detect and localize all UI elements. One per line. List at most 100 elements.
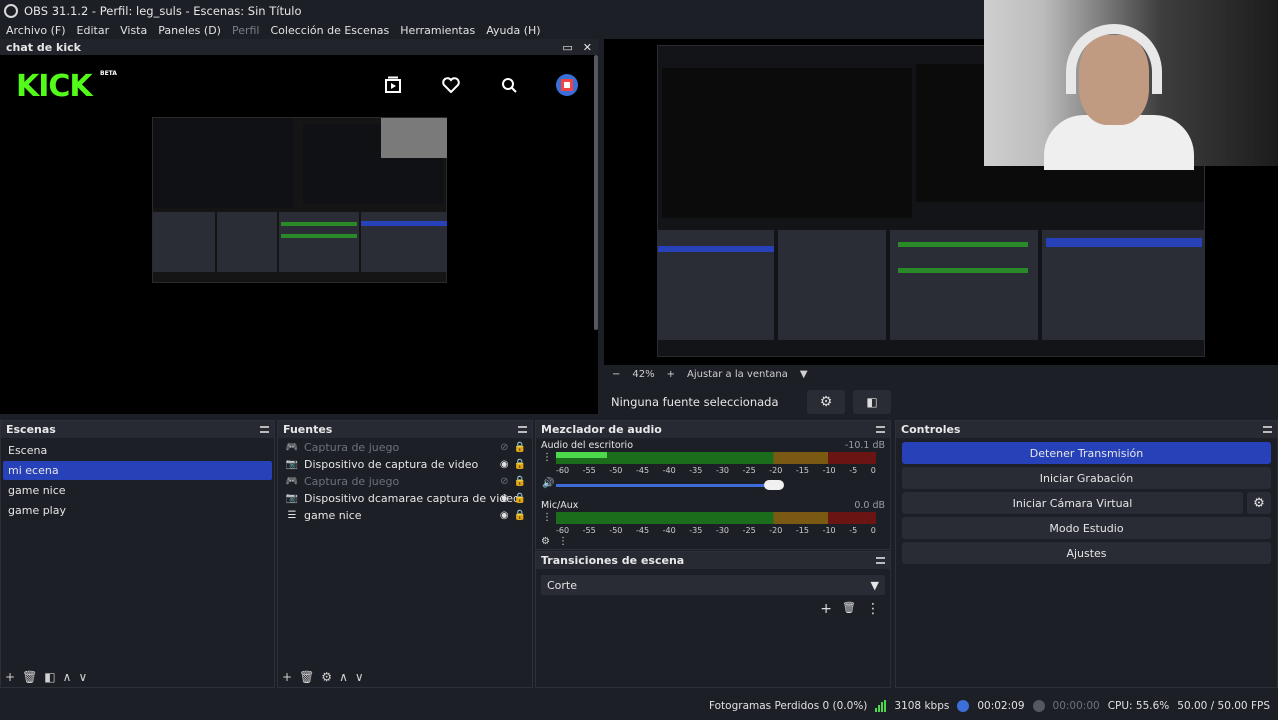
source-item[interactable]: 🎮 Captura de juego ⊘ 🔒 xyxy=(278,439,532,456)
menu-vista[interactable]: Vista xyxy=(120,24,147,37)
move-down-icon[interactable]: ∨ xyxy=(78,670,87,684)
preview-canvas[interactable] xyxy=(604,0,1278,365)
gear-icon: ⚙ xyxy=(1253,495,1265,511)
trash-icon[interactable]: 🗑 xyxy=(299,670,314,684)
add-icon[interactable]: + xyxy=(282,670,292,684)
meter-tick-label: -45 xyxy=(635,466,650,475)
slider-knob[interactable] xyxy=(763,480,784,490)
scene-item[interactable]: game nice xyxy=(3,481,272,500)
lock-icon[interactable]: 🔒 xyxy=(514,442,526,453)
camera-icon: 📷 xyxy=(285,493,299,504)
following-icon[interactable] xyxy=(378,73,408,97)
dropped-frames: Fotogramas Perdidos 0 (0.0%) xyxy=(708,700,868,712)
menu-archivo[interactable]: Archivo (F) xyxy=(6,24,66,37)
source-item[interactable]: ☰ game nice ◉ 🔒 xyxy=(278,507,532,524)
heart-icon[interactable] xyxy=(436,73,466,97)
dock-menu-icon[interactable] xyxy=(876,557,885,564)
eye-icon[interactable]: ◉ xyxy=(500,493,509,504)
menu-bar: Archivo (F) Editar Vista Paneles (D) Per… xyxy=(0,21,980,39)
source-item[interactable]: 🎮 Captura de juego ⊘ 🔒 xyxy=(278,473,532,490)
kebab-menu-icon[interactable]: ⋮ xyxy=(542,452,552,463)
meter-tick-label: -10 xyxy=(822,466,836,475)
volume-meter xyxy=(556,512,876,524)
settings-button[interactable]: Ajustes xyxy=(902,542,1271,564)
volume-slider[interactable] xyxy=(556,480,784,490)
trash-icon[interactable]: 🗑 xyxy=(842,601,856,617)
fit-window-button[interactable]: Ajustar a la ventana xyxy=(687,369,788,380)
lock-icon[interactable]: 🔒 xyxy=(514,459,526,470)
scene-item-active[interactable]: mi ecena xyxy=(3,461,272,480)
meter-tick-label: -35 xyxy=(689,526,703,535)
menu-coleccion[interactable]: Colección de Escenas xyxy=(271,24,390,37)
start-recording-button[interactable]: Iniciar Grabación xyxy=(902,467,1271,489)
menu-ayuda[interactable]: Ayuda (H) xyxy=(486,24,540,37)
speaker-icon[interactable]: 🔊 xyxy=(542,478,554,489)
kebab-menu-icon[interactable]: ⋮ xyxy=(558,536,568,547)
menu-herramientas[interactable]: Herramientas xyxy=(400,24,475,37)
meter-tick-label: -40 xyxy=(662,526,676,535)
source-properties-button[interactable]: ⚙ xyxy=(807,390,845,414)
gear-icon[interactable]: ⚙ xyxy=(321,670,332,684)
audio-mixer-dock: Mezclador de audio Audio del escritorio … xyxy=(535,420,891,550)
undock-icon[interactable]: ▭ xyxy=(562,41,572,54)
zoom-in-icon[interactable]: + xyxy=(667,369,675,380)
eye-hidden-icon[interactable]: ⊘ xyxy=(500,442,508,453)
meter-tick-label: -15 xyxy=(795,526,809,535)
stop-stream-button[interactable]: Detener Transmisión xyxy=(902,442,1271,464)
lock-icon[interactable]: 🔒 xyxy=(514,493,526,504)
kebab-menu-icon[interactable]: ⋮ xyxy=(866,601,880,617)
source-filters-button[interactable]: ◧ xyxy=(853,390,891,414)
dock-menu-icon[interactable] xyxy=(1263,426,1272,433)
scene-item[interactable]: game play xyxy=(3,501,272,520)
meter-tick-label: -50 xyxy=(609,526,623,535)
close-icon[interactable]: ✕ xyxy=(583,41,592,54)
meter-tick-label: -35 xyxy=(689,466,703,475)
kick-logo[interactable]: KICK xyxy=(16,69,93,104)
dock-menu-icon[interactable] xyxy=(876,426,885,433)
virtual-camera-settings-button[interactable]: ⚙ xyxy=(1247,492,1271,514)
zoom-dropdown-icon[interactable]: ▼ xyxy=(800,369,808,380)
volume-meter xyxy=(556,452,876,464)
studio-mode-button[interactable]: Modo Estudio xyxy=(902,517,1271,539)
transition-value: Corte xyxy=(547,578,578,592)
source-item[interactable]: 📷 Dispositivo dcamarae captura de video … xyxy=(278,490,532,507)
channel-name: Mic/Aux xyxy=(541,500,579,511)
source-label: Captura de juego xyxy=(304,441,400,454)
zoom-level: 42% xyxy=(632,368,655,380)
advanced-audio-icon[interactable]: ⚙ xyxy=(541,536,550,547)
eye-icon[interactable]: ◉ xyxy=(500,510,509,521)
chat-scrollbar[interactable] xyxy=(594,55,598,330)
move-down-icon[interactable]: ∨ xyxy=(355,670,364,684)
lock-icon[interactable]: 🔒 xyxy=(514,476,526,487)
chat-dock: chat de kick ▭ ✕ KICK BETA xyxy=(0,39,598,414)
add-icon[interactable]: + xyxy=(820,601,832,617)
avatar[interactable] xyxy=(552,73,582,97)
add-icon[interactable]: + xyxy=(5,670,15,684)
menu-perfil[interactable]: Perfil xyxy=(232,24,260,37)
eye-icon[interactable]: ◉ xyxy=(500,459,509,470)
dock-menu-icon[interactable] xyxy=(260,426,269,433)
scene-item[interactable]: Escena xyxy=(3,441,272,460)
cpu-usage: CPU: 55.6% xyxy=(1107,700,1170,712)
move-up-icon[interactable]: ∧ xyxy=(63,670,72,684)
menu-paneles[interactable]: Paneles (D) xyxy=(158,24,221,37)
menu-editar[interactable]: Editar xyxy=(77,24,110,37)
filter-icon[interactable]: ◧ xyxy=(44,670,55,684)
dock-menu-icon[interactable] xyxy=(518,426,527,433)
kebab-menu-icon[interactable]: ⋮ xyxy=(542,512,552,523)
status-bar: Fotogramas Perdidos 0 (0.0%) 3108 kbps 0… xyxy=(0,692,1278,720)
scenes-title: Escenas xyxy=(6,423,56,436)
meter-tick-label: -40 xyxy=(662,466,676,475)
search-icon[interactable] xyxy=(494,73,524,97)
trash-icon[interactable]: 🗑 xyxy=(22,670,37,684)
zoom-out-icon[interactable]: − xyxy=(612,369,620,380)
virtual-camera-button[interactable]: Iniciar Cámara Virtual xyxy=(902,492,1243,514)
eye-hidden-icon[interactable]: ⊘ xyxy=(500,476,508,487)
move-up-icon[interactable]: ∧ xyxy=(339,670,348,684)
source-item[interactable]: 📷 Dispositivo de captura de video ◉ 🔒 xyxy=(278,456,532,473)
transition-select[interactable]: Corte ▼ xyxy=(541,575,885,595)
chat-dock-header: chat de kick ▭ ✕ xyxy=(0,39,598,55)
meter-tick-label: -55 xyxy=(582,466,596,475)
lock-icon[interactable]: 🔒 xyxy=(514,510,526,521)
meter-tick-label: -5 xyxy=(849,466,858,475)
